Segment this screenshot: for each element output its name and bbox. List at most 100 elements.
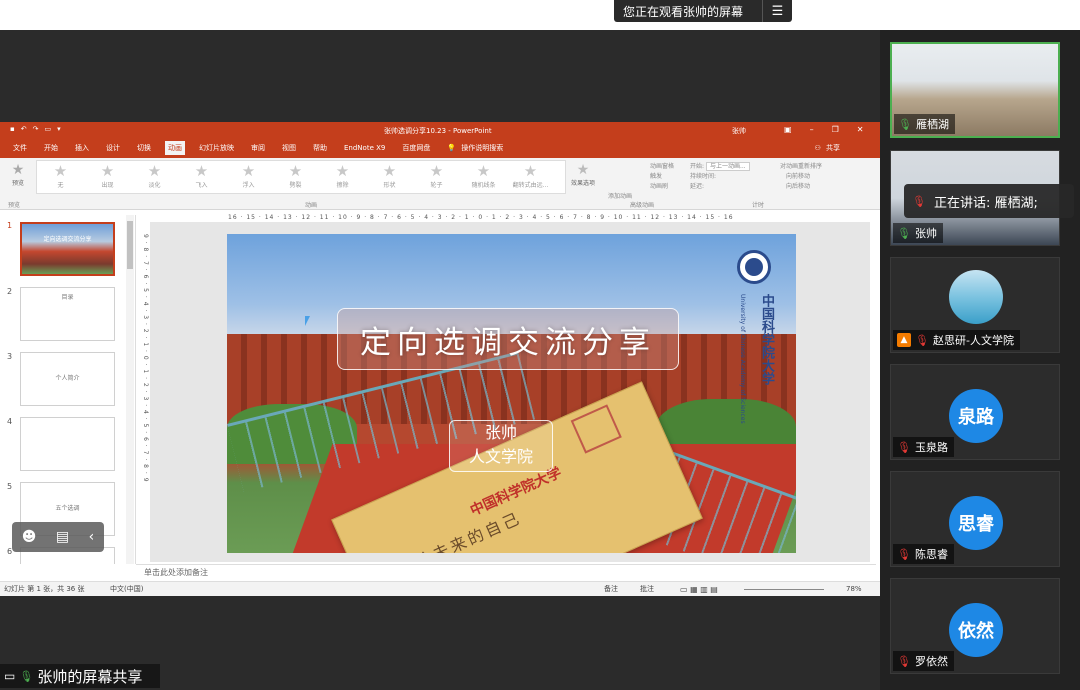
document-title: 张帅选调分享10.23 - PowerPoint	[384, 127, 492, 135]
move-later-button[interactable]: 向后移动	[780, 182, 860, 192]
close-icon[interactable]: ✕	[857, 125, 864, 134]
tab-design[interactable]: 设计	[103, 141, 123, 155]
tab-slideshow[interactable]: 幻灯片放映	[196, 141, 237, 155]
chat-icon[interactable]: ▤	[56, 529, 69, 545]
effect-shape[interactable]: ★ 形状	[366, 161, 413, 193]
notes-pane[interactable]: 单击此处添加备注	[136, 564, 876, 580]
tab-review[interactable]: 审阅	[248, 141, 268, 155]
preview-button[interactable]: ★ 预览	[6, 162, 30, 187]
window-controls: ▣ – ❐ ✕	[784, 125, 863, 134]
user-name[interactable]: 张帅	[732, 126, 746, 136]
effect-wheel[interactable]: ★ 轮子	[413, 161, 460, 193]
animation-pane-button[interactable]: 动画窗格	[608, 162, 688, 172]
participant-name: 赵思研-人文学院	[932, 334, 1014, 347]
effect-appear[interactable]: ★ 出现	[84, 161, 131, 193]
university-name-en: University of Chinese Academy of Science…	[739, 294, 746, 424]
undo-icon[interactable]: ↶	[21, 125, 27, 133]
slide-current[interactable]: 中国科学院大学 写给未来的自己 中国科学院大学 University of Ch…	[227, 234, 796, 553]
top-bar	[0, 0, 1080, 30]
group-label-advanced: 高级动画	[630, 202, 655, 209]
effect-fade[interactable]: ★ 淡化	[131, 161, 178, 193]
ribbon-display-icon[interactable]: ▣	[784, 125, 792, 134]
group-label-animation: 动画	[305, 202, 318, 209]
share-button[interactable]: ⚇ 共享	[811, 141, 857, 155]
thumbnail-scrollbar[interactable]	[126, 215, 134, 564]
screen-icon: ▭	[4, 669, 16, 683]
participant-tile[interactable]: 🎙 雁栖湖	[890, 42, 1060, 138]
slide-thumbnail[interactable]: 定向选调交流分享	[20, 222, 115, 276]
notes-button[interactable]: 备注	[604, 584, 618, 594]
microphone-icon: 🎙	[19, 669, 34, 683]
tell-me-search[interactable]: 💡 操作说明搜索	[444, 141, 520, 155]
tab-view[interactable]: 视图	[279, 141, 299, 155]
status-bar: 幻灯片 第 1 张，共 36 张 中文(中国) 备注 批注 ▭ ▦ ▥ ▤ 78…	[0, 581, 880, 596]
effect-grow-turn[interactable]: ★ 翻转式由远...	[507, 161, 554, 193]
mic-muted-icon: 🎙	[912, 194, 926, 208]
participant-name: 陈思睿	[914, 548, 948, 561]
tab-file[interactable]: 文件	[10, 141, 30, 155]
avatar	[949, 270, 1003, 324]
tab-insert[interactable]: 插入	[72, 141, 92, 155]
tab-transitions[interactable]: 切换	[134, 141, 154, 155]
tab-endnote[interactable]: EndNote X9	[341, 142, 388, 154]
participant-tile[interactable]: ▲ 🎙 赵思研-人文学院	[890, 257, 1060, 353]
participant-tile[interactable]: 依然 🎙 罗依然	[890, 578, 1060, 674]
effect-split[interactable]: ★ 劈裂	[272, 161, 319, 193]
slide-thumbnail[interactable]: 目录	[20, 287, 115, 341]
view-buttons[interactable]: ▭ ▦ ▥ ▤	[680, 585, 718, 594]
user-icon: ▲	[897, 333, 911, 347]
move-earlier-button[interactable]: 向前移动	[780, 172, 860, 182]
start-label: 开始:	[690, 163, 705, 170]
slide-thumbnail[interactable]	[20, 417, 115, 471]
speaking-text: 正在讲话: 雁栖湖;	[933, 195, 1038, 211]
slide-thumbnail-pane: 1 定向选调交流分享 2 目录 3 个人简介 4 5 五个选调 6	[0, 215, 136, 564]
presenter-box[interactable]: 张帅 人文学院	[449, 420, 553, 472]
scroll-thumb[interactable]	[127, 221, 133, 269]
slide-number: 4	[7, 417, 13, 426]
effect-none[interactable]: ★ 无	[37, 161, 84, 193]
duration-label: 持续时间:	[690, 173, 717, 180]
reorder-label: 对动画重新排序	[780, 163, 823, 170]
language[interactable]: 中文(中国)	[110, 584, 143, 594]
effect-random-bars[interactable]: ★ 随机线条	[460, 161, 507, 193]
tab-animations[interactable]: 动画	[165, 141, 185, 155]
effect-wipe[interactable]: ★ 擦除	[319, 161, 366, 193]
timing-group: 开始: 与上一动画... 持续时间: 延迟:	[690, 162, 780, 192]
emoji-icon[interactable]: ☻	[22, 529, 37, 545]
advanced-animation-group: 动画窗格 触发 动画刷 添加动画	[608, 162, 688, 202]
stamp-box	[570, 404, 622, 454]
participant-tile[interactable]: 思睿 🎙 陈思睿	[890, 471, 1060, 567]
save-icon[interactable]: ▪	[10, 125, 15, 133]
effect-fly-in[interactable]: ★ 飞入	[178, 161, 225, 193]
minimize-icon[interactable]: –	[810, 125, 814, 134]
participant-tile[interactable]: 泉路 🎙 玉泉路	[890, 364, 1060, 460]
present-icon[interactable]: ▭	[45, 125, 52, 133]
avatar: 依然	[949, 603, 1003, 657]
comments-button[interactable]: 批注	[640, 584, 654, 594]
trigger-button[interactable]: 触发	[608, 172, 688, 182]
effect-options-button[interactable]: ★ 效果选项	[568, 162, 598, 187]
zoom-level[interactable]: 78%	[846, 585, 862, 593]
speaking-indicator: 🎙 正在讲话: 雁栖湖;	[904, 184, 1074, 218]
delay-label: 延迟:	[690, 183, 705, 190]
tab-baidu[interactable]: 百度网盘	[399, 141, 433, 155]
envelope-text: 写给未来的自己	[395, 508, 525, 553]
redo-icon[interactable]: ↷	[33, 125, 39, 133]
slide-title[interactable]: 定向选调交流分享	[337, 308, 679, 370]
slide-thumbnail[interactable]: 个人简介	[20, 352, 115, 406]
tab-home[interactable]: 开始	[41, 141, 61, 155]
zoom-slider[interactable]	[744, 589, 824, 590]
slide-count: 幻灯片 第 1 张，共 36 张	[4, 585, 85, 593]
animation-painter-button[interactable]: 动画刷	[608, 182, 688, 192]
effect-float-in[interactable]: ★ 浮入	[225, 161, 272, 193]
animation-gallery: ★ 无 ★ 出现 ★ 淡化 ★ 飞入 ★ 浮入 ★ 劈裂 ★ 擦除 ★ 形状 ★ 轮子 ★ 随机线条…	[36, 160, 566, 194]
tab-help[interactable]: 帮助	[310, 141, 330, 155]
slide-number: 3	[7, 352, 13, 361]
maximize-icon[interactable]: ❐	[832, 125, 839, 134]
participant-name: 玉泉路	[914, 441, 948, 454]
university-logo-icon	[737, 250, 771, 284]
hamburger-icon[interactable]: ☰	[762, 0, 792, 22]
customize-icon[interactable]: ▾	[57, 125, 61, 133]
start-select[interactable]: 与上一动画...	[705, 162, 750, 171]
collapse-icon[interactable]: ‹	[89, 529, 95, 545]
